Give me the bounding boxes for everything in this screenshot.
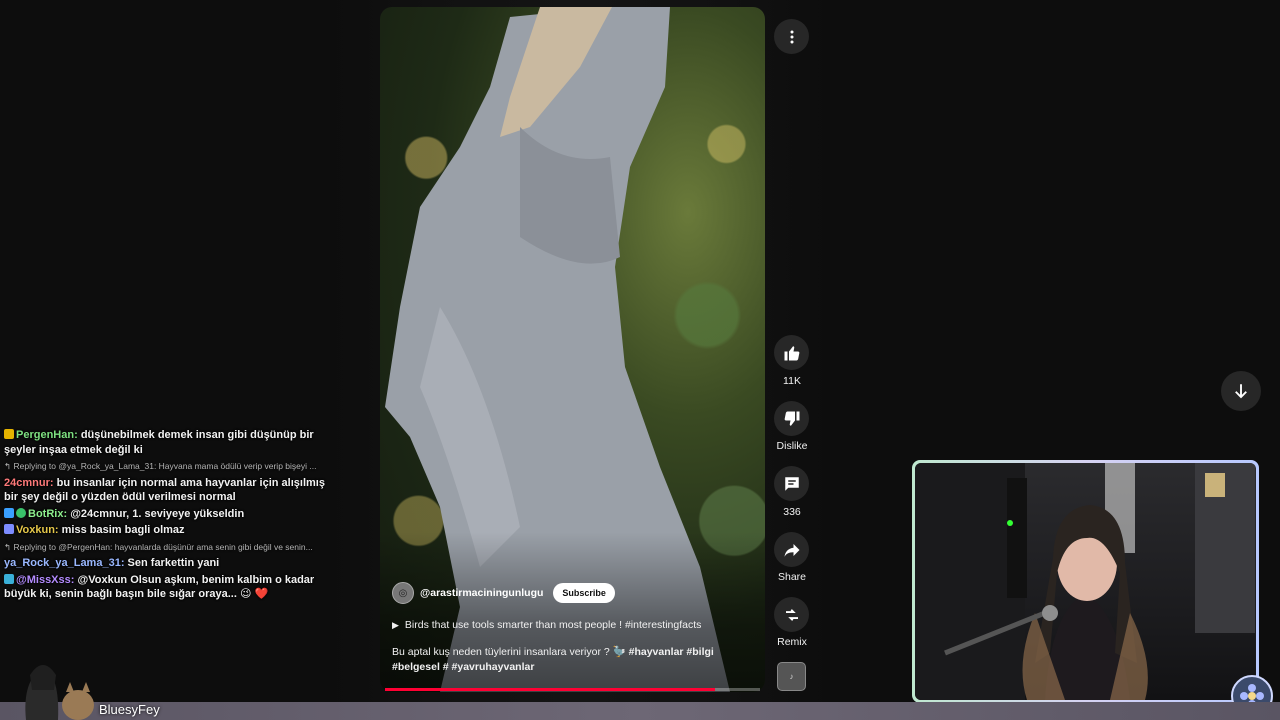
chat-username[interactable]: 24cmnur bbox=[4, 477, 50, 489]
description-text: Bu aptal kuş neden tüylerini insanlara v… bbox=[392, 646, 629, 658]
chat-message: Voxkun: miss basim bagli olmaz bbox=[4, 523, 334, 538]
stream-bottom-bar bbox=[0, 702, 1280, 720]
chat-separator: : bbox=[54, 524, 62, 536]
chat-text: miss basim bagli olmaz bbox=[61, 524, 185, 536]
chat-reply-context: ↰ Replying to @PergenHan: hayvanlarda dü… bbox=[4, 541, 313, 552]
like-button[interactable] bbox=[774, 335, 809, 370]
chat-text: Sen farkettin yani bbox=[127, 557, 220, 569]
video-description: Bu aptal kuş neden tüylerini insanlara v… bbox=[392, 645, 722, 675]
channel-avatar[interactable]: ◎ bbox=[392, 582, 414, 604]
next-video-button[interactable] bbox=[1221, 371, 1261, 411]
chat-separator: : bbox=[49, 476, 57, 489]
thumbs-down-icon bbox=[784, 411, 799, 426]
chat-message: PergenHan: düşünebilmek demek insan gibi… bbox=[4, 428, 334, 457]
chat-message: ya_Rock_ya_Lama_31: Sen farkettin yani bbox=[4, 556, 334, 571]
chat-text: @24cmnur, 1. seviyeye yükseldin bbox=[70, 507, 245, 520]
remix-button[interactable] bbox=[774, 597, 809, 632]
dislike-label: Dislike bbox=[776, 440, 808, 452]
chat-separator: : bbox=[120, 557, 128, 569]
chat-message: BotRix: @24cmnur, 1. seviyeye yükseldin bbox=[4, 507, 334, 522]
chat-username[interactable]: PergenHan bbox=[16, 429, 74, 441]
share-arrow-icon bbox=[784, 543, 799, 557]
remix-label: Remix bbox=[777, 636, 807, 648]
thumbs-up-icon bbox=[784, 345, 799, 360]
chat-badge-icon bbox=[4, 524, 14, 534]
chat-badge-icon bbox=[4, 507, 14, 518]
chat-reply-context: ↰ Replying to @ya_Rock_ya_Lama_31: Hayva… bbox=[4, 461, 317, 471]
chat-separator: : bbox=[74, 429, 81, 441]
play-icon: ▶ bbox=[392, 619, 399, 630]
video-title: Birds that use tools smarter than most p… bbox=[404, 619, 702, 631]
chat-separator: : bbox=[70, 573, 78, 586]
remix-icon bbox=[785, 608, 798, 621]
chat-verified-icon bbox=[16, 507, 26, 518]
chat-message: 24cmnur: bu insanlar için normal ama hay… bbox=[4, 476, 334, 505]
subscribe-button[interactable]: Subscribe bbox=[553, 583, 615, 603]
chat-username[interactable]: BotRix bbox=[28, 508, 63, 520]
channel-row: ◎ @arastirmaciningunlugu Subscribe bbox=[392, 582, 615, 604]
webcam-frame bbox=[912, 460, 1259, 703]
more-vert-icon bbox=[790, 30, 793, 43]
comments-button[interactable] bbox=[774, 466, 809, 501]
video-progress-bar[interactable] bbox=[385, 688, 760, 691]
stream-chat: PergenHan: düşünebilmek demek insan gibi… bbox=[4, 428, 334, 604]
share-button[interactable] bbox=[774, 532, 809, 567]
share-label: Share bbox=[777, 571, 807, 583]
progress-fill bbox=[385, 688, 715, 691]
comment-count: 336 bbox=[783, 506, 801, 518]
video-title-row[interactable]: ▶ Birds that use tools smarter than most… bbox=[392, 619, 701, 631]
like-count: 11K bbox=[783, 375, 801, 387]
chat-badge-icon bbox=[4, 429, 14, 439]
chat-message: @MissXss: @Voxkun Olsun aşkım, benim kal… bbox=[4, 573, 334, 602]
sound-thumbnail[interactable]: ♪ bbox=[777, 662, 806, 691]
comment-icon bbox=[784, 476, 799, 491]
chat-username[interactable]: ya_Rock_ya_Lama_31 bbox=[4, 557, 121, 569]
arrow-down-icon bbox=[1235, 384, 1247, 399]
dislike-button[interactable] bbox=[774, 401, 809, 436]
streamer-webcam-image bbox=[915, 463, 1255, 700]
webcam-feed bbox=[915, 463, 1256, 700]
chat-badge-icon bbox=[4, 573, 14, 584]
chat-username[interactable]: Voxkun bbox=[16, 524, 55, 536]
streamer-avatar-art bbox=[25, 665, 94, 720]
chat-username[interactable]: @MissXss bbox=[16, 574, 71, 586]
more-options-button[interactable] bbox=[774, 19, 809, 54]
channel-handle[interactable]: @arastirmaciningunlugu bbox=[420, 587, 543, 599]
streamer-name: BluesyFey bbox=[99, 702, 160, 717]
